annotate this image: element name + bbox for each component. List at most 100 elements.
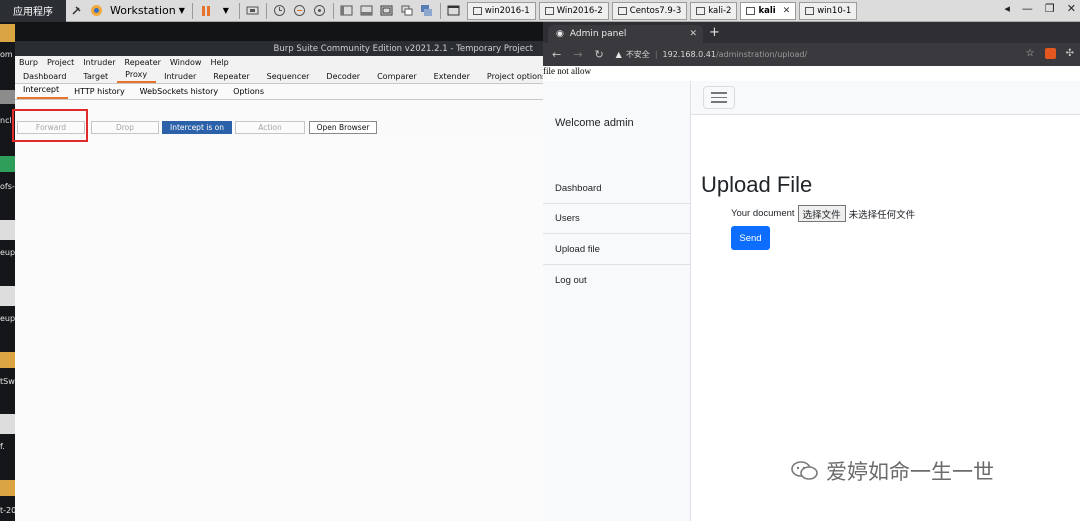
open-browser-button[interactable]: Open Browser [309, 121, 377, 134]
extension-icon[interactable] [1044, 48, 1056, 59]
address-input[interactable]: 不安全 | 192.168.0.41 /adminstration/upload… [626, 49, 807, 60]
extensions-puzzle-icon[interactable]: ✣ [1066, 48, 1074, 59]
menu-intruder[interactable]: Intruder [83, 58, 115, 67]
divider [332, 2, 334, 19]
library-icon[interactable] [446, 3, 462, 19]
send-keys-icon[interactable] [245, 3, 261, 19]
page-title: Upload File [701, 172, 813, 197]
snapshot-icon[interactable] [272, 3, 288, 19]
desktop-app-icon[interactable] [0, 156, 15, 172]
chevron-down-icon: ▼ [178, 6, 185, 15]
chevron-down-icon[interactable]: ▼ [218, 3, 234, 19]
subtab-intercept[interactable]: Intercept [17, 85, 69, 99]
desktop-icon-label: t-20 [0, 506, 15, 515]
desktop-folder-icon[interactable] [0, 352, 15, 368]
close-icon[interactable]: ✕ [1067, 2, 1076, 15]
menu-burp[interactable]: Burp [19, 58, 38, 67]
console-view-icon[interactable] [419, 3, 435, 19]
back-icon[interactable]: ← [552, 48, 561, 61]
desktop-folder-icon[interactable] [0, 480, 15, 496]
menu-help[interactable]: Help [210, 58, 228, 67]
tab-comparer[interactable]: Comparer [369, 72, 426, 83]
snapshot-manager-icon[interactable] [312, 3, 328, 19]
sidebar-item-log-out[interactable]: Log out [543, 265, 691, 295]
globe-icon: ◉ [556, 29, 564, 39]
tab-sequencer[interactable]: Sequencer [259, 72, 319, 83]
revert-snapshot-icon[interactable] [292, 3, 308, 19]
tab-target[interactable]: Target [75, 72, 117, 83]
close-icon[interactable]: ✕ [689, 29, 697, 39]
window-controls: ◂ — ❐ ✕ [1004, 2, 1076, 15]
url-host: 192.168.0.41 [662, 50, 716, 59]
watermark-text: 爱婷如命一生一世 [826, 460, 994, 484]
desktop-icon-label: tSw [0, 377, 15, 386]
vm-tab-kali-2[interactable]: kali-2 [690, 1, 738, 20]
intercept-toggle-button[interactable]: Intercept is on [162, 121, 232, 134]
menu-project[interactable]: Project [47, 58, 74, 67]
desktop-file-icon[interactable] [0, 414, 15, 434]
burp-title-bar[interactable]: Burp Suite Community Edition v2021.2.1 -… [15, 41, 543, 56]
intercept-message-area[interactable] [15, 141, 543, 521]
tab-extender[interactable]: Extender [426, 72, 479, 83]
subtab-websockets-history[interactable]: WebSockets history [134, 87, 227, 99]
menu-window[interactable]: Window [170, 58, 202, 67]
thumbnail-view-icon[interactable] [359, 3, 375, 19]
vm-tab-centos[interactable]: Centos7.9-3 [611, 1, 688, 20]
close-icon[interactable]: ✕ [783, 6, 791, 16]
desktop-file-icon[interactable] [0, 220, 15, 240]
action-button[interactable]: Action [235, 121, 305, 134]
tab-proxy[interactable]: Proxy [117, 70, 157, 83]
send-button[interactable]: Send [731, 226, 770, 250]
vm-tab-win2016-2[interactable]: Win2016-2 [538, 1, 609, 20]
restore-icon[interactable]: ❐ [1045, 2, 1055, 15]
tab-dashboard[interactable]: Dashboard [15, 72, 75, 83]
new-tab-button[interactable]: + [709, 25, 720, 40]
desktop-icon-label: eup [0, 248, 15, 257]
subtab-http-history[interactable]: HTTP history [68, 87, 134, 99]
applications-menu[interactable]: 应用程序 [0, 0, 66, 22]
tab-decoder[interactable]: Decoder [318, 72, 369, 83]
menu-repeater[interactable]: Repeater [125, 58, 161, 67]
tab-title: Admin panel [569, 29, 627, 39]
no-file-text: 未选择任何文件 [848, 209, 916, 221]
pin-icon[interactable] [68, 3, 84, 19]
desktop-file-icon[interactable] [0, 286, 15, 306]
sidebar-item-dashboard[interactable]: Dashboard [543, 174, 691, 204]
desktop-folder-icon[interactable] [0, 24, 15, 42]
applications-label: 应用程序 [13, 7, 53, 18]
sidebar-item-upload-file[interactable]: Upload file [543, 235, 691, 265]
intercept-toolbar: Forward Drop Intercept is on Action Open… [15, 121, 543, 135]
forward-icon[interactable]: → [573, 48, 582, 61]
reload-icon[interactable]: ↻ [594, 48, 603, 61]
minimize-icon[interactable]: — [1022, 2, 1033, 15]
vm-tab-kali[interactable]: kali ✕ [740, 1, 797, 20]
sidebar-item-users[interactable]: Users [543, 204, 691, 234]
browser-tab-strip: ◉ Admin panel ✕ + [543, 22, 1080, 43]
desktop-background [15, 22, 543, 41]
tab-repeater[interactable]: Repeater [205, 72, 258, 83]
subtab-options[interactable]: Options [227, 87, 273, 99]
burp-menubar: Burp Project Intruder Repeater Window He… [15, 56, 543, 69]
tab-intruder[interactable]: Intruder [156, 72, 205, 83]
browser-tab-admin-panel[interactable]: ◉ Admin panel ✕ [548, 25, 703, 43]
pause-icon[interactable] [198, 3, 214, 19]
bookmark-star-icon[interactable]: ☆ [1026, 48, 1035, 59]
fullscreen-icon[interactable] [379, 3, 395, 19]
workstation-menu[interactable]: Workstation ▼ [110, 4, 185, 17]
unity-icon[interactable] [399, 3, 415, 19]
vm-tab-win2016-1[interactable]: win2016-1 [466, 1, 536, 20]
desktop-folder-icon[interactable] [0, 90, 15, 104]
vmware-toolbar: 应用程序 Workstation ▼ ▼ win2016-1 Win2016-2 … [0, 0, 1080, 22]
warning-icon[interactable]: ▲ [616, 50, 622, 59]
chevron-left-icon[interactable]: ◂ [1004, 2, 1010, 15]
desktop: om ncl ofs- eup eup tSw f. t-20 [0, 22, 15, 521]
desktop-icon-label: ofs- [0, 182, 15, 191]
divider [191, 2, 193, 19]
vm-tab-win10-1[interactable]: win10-1 [799, 1, 858, 20]
choose-file-button[interactable]: 选择文件 [797, 205, 846, 222]
proxy-subtabs: Intercept HTTP history WebSockets histor… [15, 84, 543, 100]
drop-button[interactable]: Drop [91, 121, 159, 134]
sidebar-view-icon[interactable] [339, 3, 355, 19]
menu-toggle-icon[interactable] [703, 86, 735, 109]
url-path: /adminstration/upload/ [715, 50, 808, 59]
